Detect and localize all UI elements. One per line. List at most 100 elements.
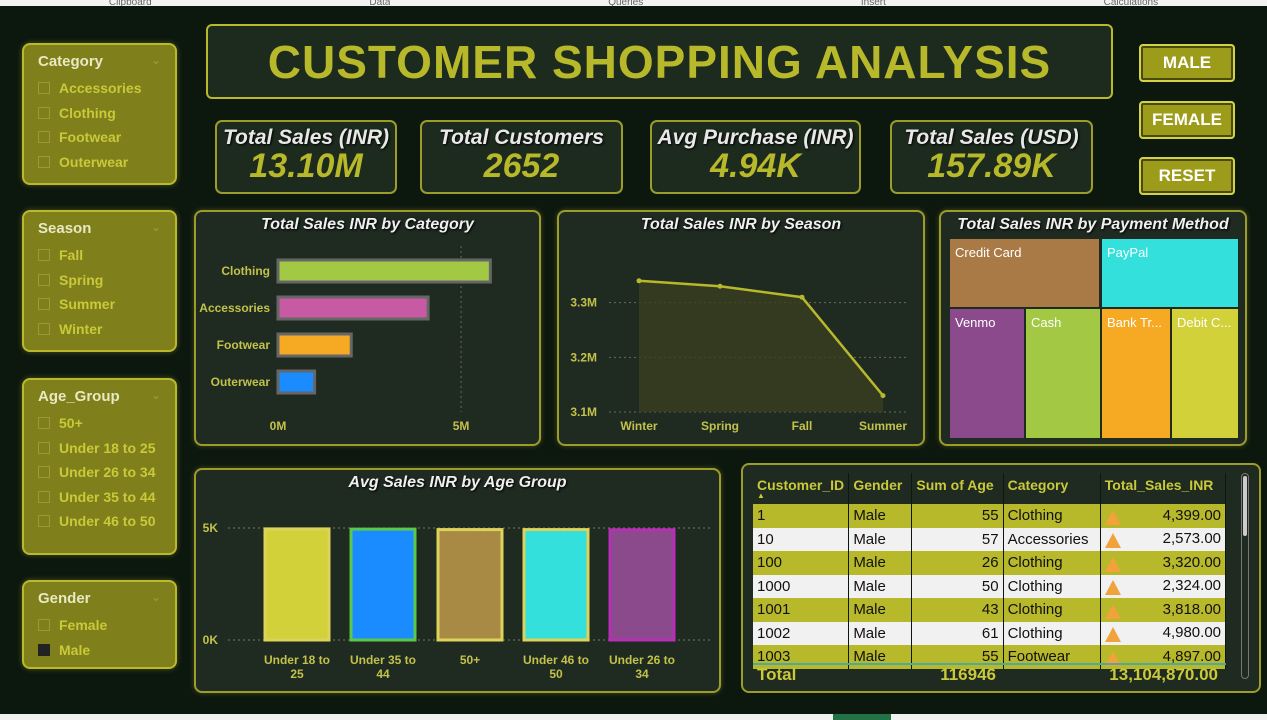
cell-value: 43 xyxy=(981,601,999,619)
table-cell: Clothing xyxy=(1003,598,1101,622)
checkbox[interactable] xyxy=(38,619,50,632)
table-row[interactable]: 1002 Male 61 Clothing 4,980.00 xyxy=(753,621,1227,645)
treemap-tile[interactable]: PayPal xyxy=(1101,238,1239,308)
slicer-option[interactable]: Under 35 to 44 xyxy=(38,485,161,510)
area-fill xyxy=(639,280,883,412)
data-point[interactable] xyxy=(636,278,642,284)
slicer-option-label: Clothing xyxy=(59,104,116,121)
slicer-option[interactable]: Summer xyxy=(38,292,161,317)
chevron-down-icon[interactable]: ⌄ xyxy=(151,590,161,607)
cell-value: 57 xyxy=(981,530,999,548)
category-label: Outerwear xyxy=(211,375,271,389)
table-row[interactable]: 1000 Male 50 Clothing 2,324.00 xyxy=(753,574,1227,598)
customer-table-panel: Customer_ID ▲ Gender Sum of Age Category Tota… xyxy=(741,463,1261,693)
checkbox[interactable] xyxy=(38,131,50,144)
slicer-option[interactable]: Under 26 to 34 xyxy=(38,460,161,485)
checkbox[interactable] xyxy=(38,273,50,286)
category-label: Under 26 to xyxy=(609,653,675,667)
slicer-option[interactable]: Under 46 to 50 xyxy=(38,509,161,534)
female-button[interactable]: FEMALE xyxy=(1139,101,1235,139)
slicer-option-label: Under 26 to 34 xyxy=(59,464,156,481)
slicer-option[interactable]: Fall xyxy=(38,243,161,268)
table-cell: 3,818.00 xyxy=(1100,598,1227,622)
bar[interactable] xyxy=(276,258,492,284)
checkbox[interactable] xyxy=(38,249,50,262)
table-cell: Male xyxy=(848,504,913,528)
checkbox[interactable] xyxy=(38,643,50,656)
treemap-tile[interactable]: Bank Tr... xyxy=(1101,308,1171,439)
checkbox[interactable] xyxy=(38,82,50,95)
bar[interactable] xyxy=(263,527,331,642)
bar[interactable] xyxy=(349,527,417,642)
season-area-svg: 3.1M 3.2M 3.3M Winter Spring Fall Summer xyxy=(570,278,909,433)
checkbox[interactable] xyxy=(38,466,50,479)
scrollbar-thumb[interactable] xyxy=(1243,476,1247,536)
column-header[interactable]: Total_Sales_INR xyxy=(1100,473,1227,504)
slicer-option-label: Accessories xyxy=(59,80,142,97)
table-row[interactable]: 10 Male 57 Accessories 2,573.00 xyxy=(753,527,1227,551)
table-cell: 10 xyxy=(753,527,850,551)
bar[interactable] xyxy=(276,332,353,358)
table-cell: 4,980.00 xyxy=(1100,621,1227,645)
checkbox[interactable] xyxy=(38,515,50,528)
cell-value: 2,573.00 xyxy=(1162,530,1221,548)
cell-value: 4,980.00 xyxy=(1162,624,1221,642)
chevron-down-icon[interactable]: ⌄ xyxy=(151,53,161,70)
data-point[interactable] xyxy=(880,393,886,399)
chevron-down-icon[interactable]: ⌄ xyxy=(151,220,161,237)
bar[interactable] xyxy=(276,369,317,395)
slicer-option[interactable]: Footwear xyxy=(38,125,161,150)
slicer-option-label: 50+ xyxy=(59,415,83,432)
bar[interactable] xyxy=(276,295,430,321)
column-header[interactable]: Category xyxy=(1003,473,1101,504)
bar[interactable] xyxy=(522,528,590,642)
category-label: 44 xyxy=(376,667,390,681)
slicer-option[interactable]: Male xyxy=(38,638,161,663)
table-scrollbar[interactable] xyxy=(1241,473,1249,679)
bar[interactable] xyxy=(608,528,676,642)
chevron-down-icon[interactable]: ⌄ xyxy=(151,388,161,405)
slicer-season: Season ⌄ Fall Spring Summer Winter xyxy=(22,210,177,352)
column-header[interactable]: Customer_ID ▲ xyxy=(753,473,850,504)
category-bar-svg: Clothing Accessories Footwear Outerwear 0M 5M xyxy=(199,246,492,433)
slicer-title: Season xyxy=(38,220,92,237)
treemap-tile[interactable]: Venmo xyxy=(949,308,1025,439)
table-cell: Male xyxy=(848,621,913,645)
treemap-tile[interactable]: Debit C... xyxy=(1171,308,1239,439)
slicer-option[interactable]: Spring xyxy=(38,268,161,293)
slicer-option[interactable]: Clothing xyxy=(38,101,161,126)
slicer-option[interactable]: Outerwear xyxy=(38,150,161,175)
reset-button[interactable]: RESET xyxy=(1139,157,1235,195)
checkbox[interactable] xyxy=(38,441,50,454)
table-cell: 57 xyxy=(911,527,1004,551)
page-tab-active[interactable] xyxy=(833,714,891,720)
table-row[interactable]: 100 Male 26 Clothing 3,320.00 xyxy=(753,551,1227,575)
checkbox[interactable] xyxy=(38,490,50,503)
data-point[interactable] xyxy=(799,294,805,300)
checkbox[interactable] xyxy=(38,106,50,119)
bar[interactable] xyxy=(436,528,504,642)
slicer-option-label: Male xyxy=(59,641,91,658)
data-point[interactable] xyxy=(717,283,723,289)
treemap-tile[interactable]: Credit Card xyxy=(949,238,1100,308)
treemap-tile[interactable]: Cash xyxy=(1025,308,1101,439)
cell-value: 61 xyxy=(981,624,999,642)
table-row[interactable]: 1001 Male 43 Clothing 3,818.00 xyxy=(753,598,1227,622)
slicer-option-label: Female xyxy=(59,617,108,634)
checkbox[interactable] xyxy=(38,417,50,430)
male-button[interactable]: MALE xyxy=(1139,44,1235,82)
slicer-option[interactable]: Winter xyxy=(38,317,161,342)
slicer-option[interactable]: 50+ xyxy=(38,411,161,436)
column-header[interactable]: Sum of Age xyxy=(911,473,1004,504)
table-row[interactable]: 1 Male 55 Clothing 4,399.00 xyxy=(753,504,1227,528)
checkbox[interactable] xyxy=(38,322,50,335)
slicer-option[interactable]: Under 18 to 25 xyxy=(38,436,161,461)
table-cell: Male xyxy=(848,551,913,575)
slicer-option[interactable]: Female xyxy=(38,613,161,638)
column-header[interactable]: Gender xyxy=(848,473,913,504)
slicer-option[interactable]: Accessories xyxy=(38,76,161,101)
checkbox[interactable] xyxy=(38,298,50,311)
checkbox[interactable] xyxy=(38,155,50,168)
table-cell: 61 xyxy=(911,621,1004,645)
dashboard-title-box: CUSTOMER SHOPPING ANALYSIS xyxy=(206,24,1113,99)
